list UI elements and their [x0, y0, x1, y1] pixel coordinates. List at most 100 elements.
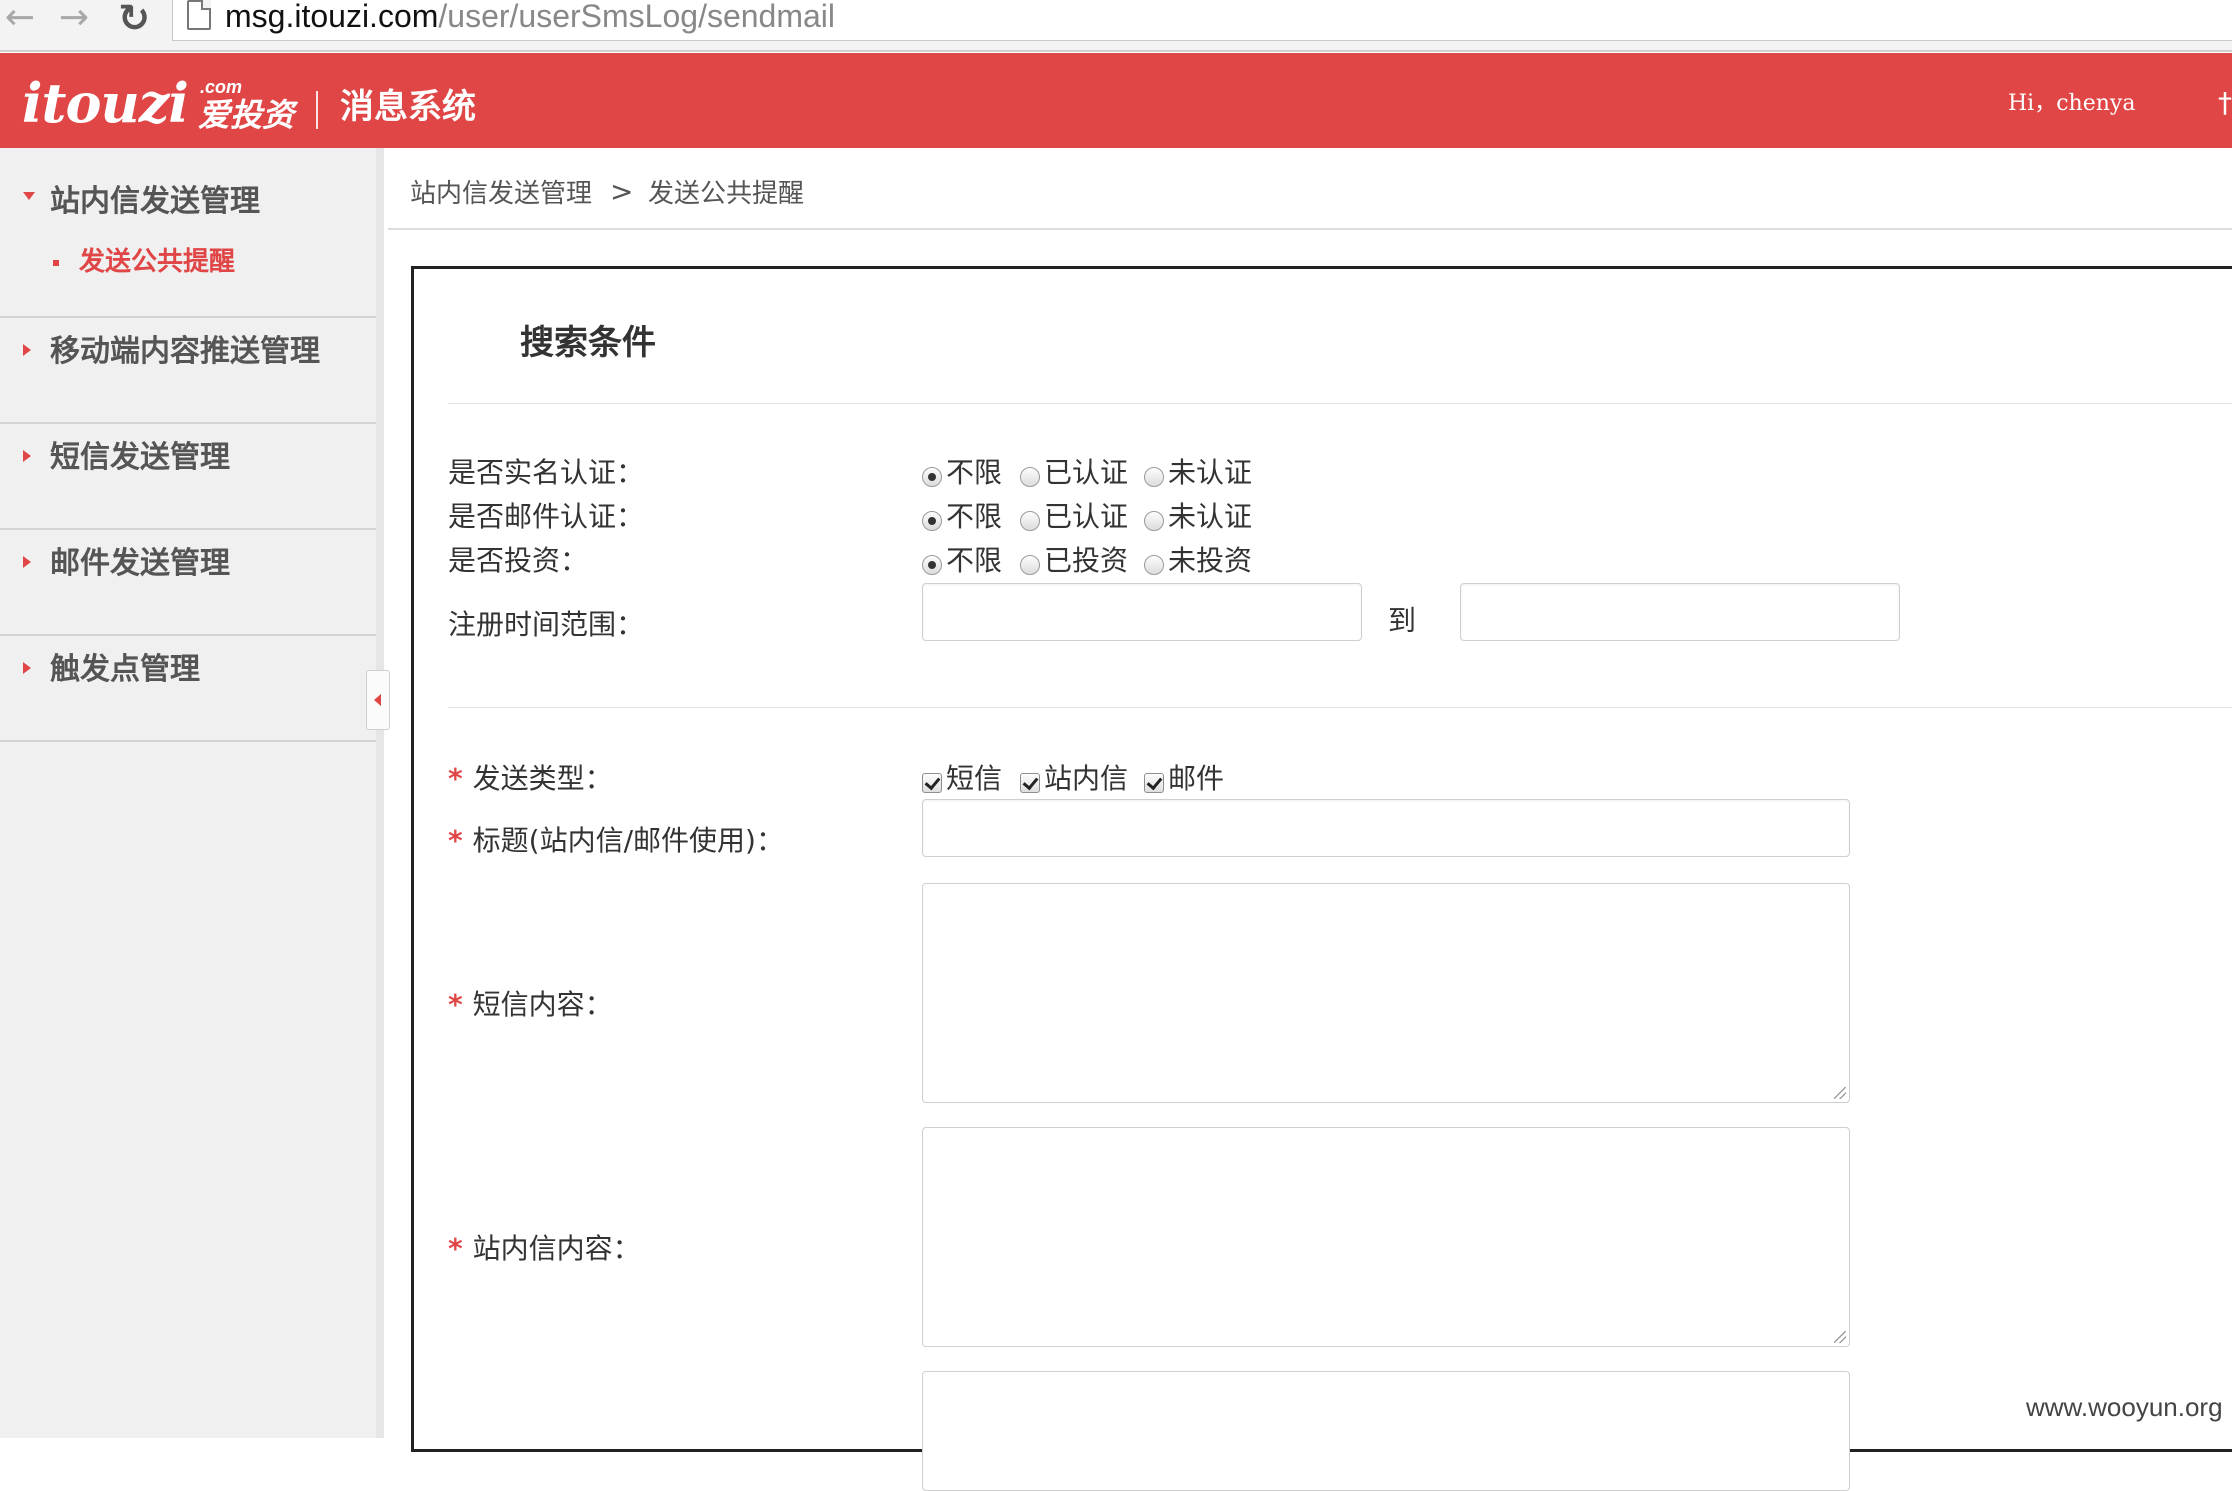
inbox-content-textarea[interactable] — [922, 1127, 1850, 1347]
sidebar: 站内信发送管理 发送公共提醒 移动端内容推送管理 短信发送管理 邮件发送管理 触… — [0, 148, 377, 1438]
url-text[interactable]: msg.itouzi.com/user/userSmsLog/sendmail — [225, 0, 835, 35]
address-bar[interactable]: msg.itouzi.com/user/userSmsLog/sendmail — [172, 0, 2232, 41]
email-option-unverified[interactable]: 未认证 — [1168, 497, 1252, 537]
bullet-icon — [53, 260, 59, 266]
sidebar-group-inbox: 站内信发送管理 发送公共提醒 — [0, 148, 376, 318]
invest-option-not-invested[interactable]: 未投资 — [1168, 541, 1252, 581]
resize-grip-icon[interactable] — [1834, 1087, 1846, 1099]
sidebar-group-email: 邮件发送管理 — [0, 530, 376, 636]
invest-radio-invested[interactable] — [1020, 555, 1040, 575]
invest-option-invested[interactable]: 已投资 — [1044, 541, 1128, 581]
realname-option-any[interactable]: 不限 — [946, 453, 1002, 493]
sidebar-group-email-header[interactable]: 邮件发送管理 — [0, 530, 376, 600]
chevron-right-icon: > — [610, 175, 634, 208]
invest-option-any[interactable]: 不限 — [946, 541, 1002, 581]
required-mark: * — [448, 824, 463, 857]
caret-right-icon — [23, 662, 31, 674]
panel-title: 搜索条件 — [520, 323, 656, 363]
send-type-sms-checkbox[interactable] — [922, 773, 942, 793]
sidebar-group-label: 短信发送管理 — [50, 440, 230, 475]
url-path: /user/userSmsLog/sendmail — [438, 0, 836, 34]
breadcrumb: 站内信发送管理 > 发送公共提醒 — [388, 148, 2232, 230]
sidebar-group-label: 触发点管理 — [50, 652, 200, 687]
browser-toolbar: ← → ↻ msg.itouzi.com/user/userSmsLog/sen… — [0, 0, 2232, 52]
caret-right-icon — [23, 344, 31, 356]
inbox-content-label-text: 站内信内容： — [472, 1232, 641, 1265]
divider — [448, 707, 2232, 708]
send-type-email-checkbox[interactable] — [1144, 773, 1164, 793]
title-field-label: * 标题(站内信/邮件使用)： — [448, 821, 784, 861]
email-option-verified[interactable]: 已认证 — [1044, 497, 1128, 537]
send-type-sms-label[interactable]: 短信 — [946, 759, 1002, 799]
app-header: itouzi .com 爱投资 消息系统 Hi，chenya † — [0, 53, 2232, 148]
send-type-inbox-checkbox[interactable] — [1020, 773, 1040, 793]
realname-radio-verified[interactable] — [1020, 467, 1040, 487]
reload-icon[interactable]: ↻ — [114, 0, 154, 38]
required-mark: * — [448, 1232, 463, 1265]
next-field-input[interactable] — [922, 1371, 1850, 1491]
send-type-label: * 发送类型： — [448, 759, 613, 799]
sms-content-label-text: 短信内容： — [472, 988, 613, 1021]
caret-down-icon — [23, 192, 35, 200]
sidebar-group-sms-header[interactable]: 短信发送管理 — [0, 424, 376, 494]
divider — [448, 403, 2232, 404]
back-arrow-icon[interactable]: ← — [0, 0, 40, 38]
brand-logo-cn: 爱投资 — [198, 96, 295, 134]
title-input[interactable] — [922, 799, 1850, 857]
email-radio-any[interactable] — [922, 511, 942, 531]
regtime-to-label: 到 — [1388, 604, 1417, 637]
sidebar-edge — [376, 148, 384, 1438]
inbox-content-label: * 站内信内容： — [448, 1229, 641, 1269]
header-cut-text: † — [2218, 86, 2232, 119]
required-mark: * — [448, 762, 463, 795]
realname-radio-any[interactable] — [922, 467, 942, 487]
header-divider — [316, 91, 318, 129]
email-auth-label: 是否邮件认证： — [448, 500, 645, 533]
url-host: msg.itouzi.com — [225, 0, 439, 34]
resize-grip-icon[interactable] — [1834, 1331, 1846, 1343]
send-type-email-label[interactable]: 邮件 — [1168, 759, 1224, 799]
required-mark: * — [448, 988, 463, 1021]
sidebar-group-label: 邮件发送管理 — [50, 546, 230, 581]
regtime-start-input[interactable] — [922, 583, 1362, 641]
caret-right-icon — [23, 450, 31, 462]
sidebar-group-label: 站内信发送管理 — [50, 184, 260, 219]
email-radio-verified[interactable] — [1020, 511, 1040, 531]
breadcrumb-item[interactable]: 站内信发送管理 — [410, 176, 592, 212]
realname-option-unverified[interactable]: 未认证 — [1168, 453, 1252, 493]
regtime-end-input[interactable] — [1460, 583, 1900, 641]
title-field-label-text: 标题(站内信/邮件使用)： — [472, 824, 784, 857]
sidebar-group-sms: 短信发送管理 — [0, 424, 376, 530]
app-title: 消息系统 — [340, 87, 476, 127]
regtime-label: 注册时间范围： — [448, 608, 645, 641]
invest-radio-not-invested[interactable] — [1144, 555, 1164, 575]
sidebar-group-trigger-header[interactable]: 触发点管理 — [0, 636, 376, 706]
sidebar-group-trigger: 触发点管理 — [0, 636, 376, 742]
brand-logo[interactable]: itouzi — [22, 73, 189, 133]
breadcrumb-item: 发送公共提醒 — [648, 179, 805, 209]
sidebar-item-send-public-reminder[interactable]: 发送公共提醒 — [0, 240, 376, 282]
send-type-label-text: 发送类型： — [472, 762, 613, 795]
sidebar-collapse-button[interactable] — [366, 670, 390, 730]
realname-option-verified[interactable]: 已认证 — [1044, 453, 1128, 493]
invest-label: 是否投资： — [448, 544, 589, 577]
forward-arrow-icon[interactable]: → — [54, 0, 94, 38]
realname-radio-unverified[interactable] — [1144, 467, 1164, 487]
sidebar-group-mobile-push-header[interactable]: 移动端内容推送管理 — [0, 318, 376, 388]
watermark-text: www.wooyun.org — [2026, 1392, 2223, 1422]
email-option-any[interactable]: 不限 — [946, 497, 1002, 537]
sidebar-group-label: 移动端内容推送管理 — [50, 334, 320, 369]
realname-label: 是否实名认证： — [448, 456, 645, 489]
invest-radio-any[interactable] — [922, 555, 942, 575]
sms-content-textarea[interactable] — [922, 883, 1850, 1103]
email-radio-unverified[interactable] — [1144, 511, 1164, 531]
sidebar-group-mobile-push: 移动端内容推送管理 — [0, 318, 376, 424]
search-panel: 搜索条件 是否实名认证： 不限 已认证 未认证 是否邮件认证： 不限 已认证 未… — [411, 266, 2232, 1491]
sms-content-label: * 短信内容： — [448, 985, 613, 1025]
user-greeting[interactable]: Hi，chenya — [2008, 89, 2135, 119]
sidebar-item-label: 发送公共提醒 — [79, 247, 236, 277]
sidebar-group-inbox-header[interactable]: 站内信发送管理 — [0, 148, 376, 219]
page-icon — [187, 0, 211, 30]
send-type-inbox-label[interactable]: 站内信 — [1044, 759, 1128, 799]
caret-right-icon — [23, 556, 31, 568]
